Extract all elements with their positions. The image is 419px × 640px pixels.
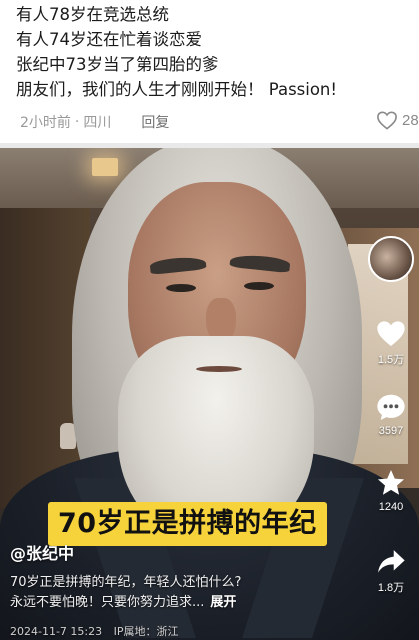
video-frame: [0, 148, 419, 640]
favorite-count: 1240: [378, 501, 404, 513]
video-player[interactable]: 70岁正是拼搏的年纪 @张纪中 70岁正是拼搏的年纪，年轻人还怕什么? 永远不要…: [0, 148, 419, 640]
comment-like-count: 28: [402, 111, 419, 129]
video-caption: 70岁正是拼搏的年纪: [48, 502, 327, 546]
comment-card: 有人78岁在竞选总统 有人74岁还在忙着谈恋爱 张纪中73岁当了第四胎的爹 朋友…: [0, 0, 419, 143]
post-date: 2024-11-7 15:23: [10, 625, 103, 638]
favorite-button[interactable]: 1240: [364, 468, 418, 513]
comment-line: 张纪中73岁当了第四胎的爹: [16, 55, 219, 74]
video-description: 70岁正是拼搏的年纪，年轻人还怕什么? 永远不要怕晚！只要你努力追求... 展开: [10, 573, 241, 613]
ceiling-lamp: [92, 158, 118, 176]
comment-button[interactable]: 3597: [364, 392, 418, 437]
share-count: 1.8万: [377, 582, 405, 594]
like-button[interactable]: 1.5万: [364, 318, 418, 367]
eye: [244, 282, 274, 290]
comment-meta: 2小时前 · 四川 回复: [20, 112, 169, 132]
comment-bubble-icon: [377, 394, 405, 420]
heart-icon: [377, 321, 405, 346]
ip-location: IP属地：浙江: [113, 625, 179, 638]
comment-time: 2小时前: [20, 115, 71, 131]
share-arrow-icon: [378, 550, 405, 573]
reply-button[interactable]: 回复: [141, 112, 169, 132]
eye: [166, 284, 196, 292]
mouth: [196, 366, 242, 372]
heart-outline-icon: [377, 111, 397, 130]
description-line: 永远不要怕晚！只要你努力追求... 展开: [10, 595, 237, 610]
like-count: 1.5万: [377, 354, 405, 366]
comment-line: 有人74岁还在忙着谈恋爱: [16, 30, 202, 49]
comment-count: 3597: [378, 425, 404, 437]
meta-separator: ·: [74, 114, 80, 130]
star-icon: [377, 469, 405, 495]
comment-like-button[interactable]: 28: [376, 110, 419, 130]
comment-line: 朋友们，我们的人生才刚刚开始！ Passion!: [16, 80, 338, 99]
author-name[interactable]: @张纪中: [10, 540, 74, 564]
avatar[interactable]: [368, 236, 414, 282]
video-meta: 2024-11-7 15:23 IP属地：浙江: [10, 623, 179, 639]
comment-location: 四川: [83, 115, 112, 131]
comment-text: 有人78岁在竞选总统 有人74岁还在忙着谈恋爱 张纪中73岁当了第四胎的爹 朋友…: [16, 2, 337, 102]
comment-line: 有人78岁在竞选总统: [16, 5, 169, 24]
description-line: 70岁正是拼搏的年纪，年轻人还怕什么?: [10, 575, 242, 590]
expand-button[interactable]: 展开: [210, 595, 236, 610]
share-button[interactable]: 1.8万: [364, 546, 418, 595]
